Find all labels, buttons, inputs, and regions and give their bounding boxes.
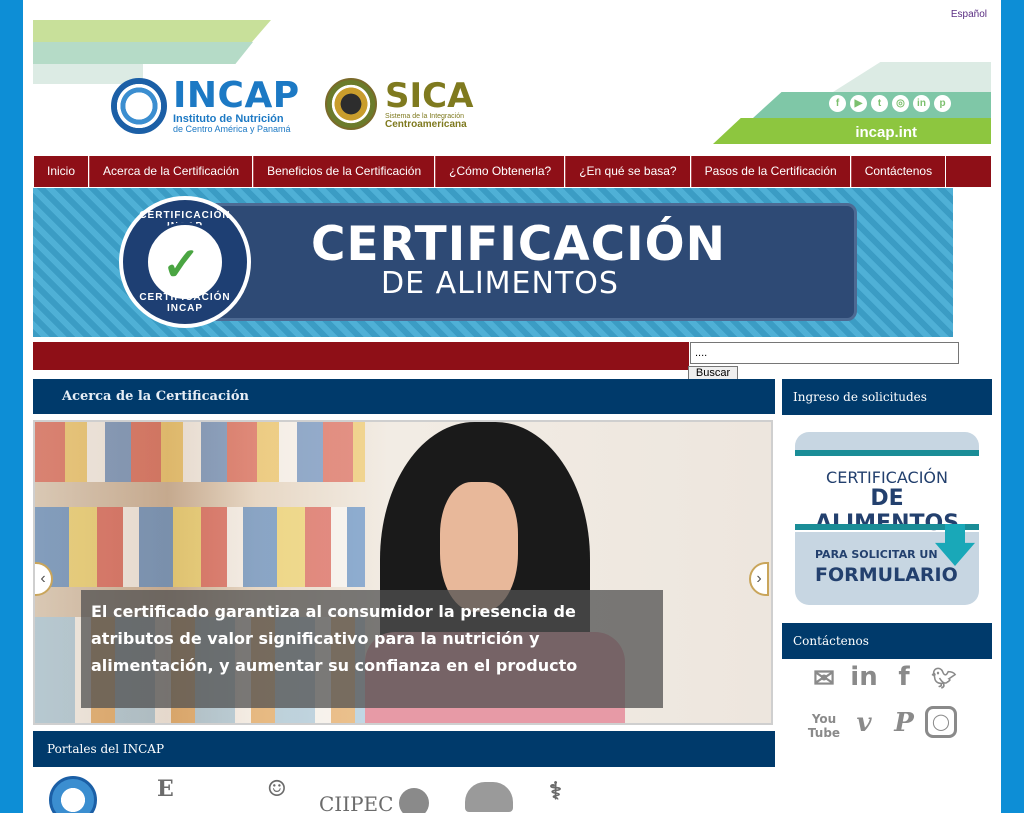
badge-center: ✓: [145, 222, 225, 302]
nav-item-inicio[interactable]: Inicio: [33, 156, 90, 187]
stethoscope-portal-logo[interactable]: ⚕: [549, 776, 562, 805]
form-banner-title: CERTIFICACIÓN: [826, 468, 948, 487]
header-decor-stripe: [33, 42, 253, 64]
linkedin-icon[interactable]: in: [847, 662, 881, 692]
header-social-icons: f ▶ t ◎ in p: [829, 95, 951, 112]
sica-logo[interactable]: SICA Sistema de la Integración Centroame…: [325, 78, 473, 130]
twitter-icon[interactable]: t: [871, 95, 888, 112]
section-heading: Acerca de la Certificación: [33, 379, 775, 414]
certification-badge-icon: CERTIFICACIÓN INCAP ✓ CERTIFICACIÓN INCA…: [119, 196, 251, 328]
incap-logo[interactable]: INCAP Instituto de Nutrición de Centro A…: [111, 78, 300, 134]
language-link[interactable]: Español: [951, 9, 987, 20]
portals-logos: E ☺ CIIPEC ⚕: [45, 776, 785, 813]
contact-icons: ✉ in f 🐦︎ You Tube v P ◯: [807, 660, 963, 744]
banner-title: CERTIFICACIÓN: [311, 217, 726, 272]
youtube-icon[interactable]: ▶: [850, 95, 867, 112]
globe-portal-logo[interactable]: [399, 788, 429, 813]
nav-item-como-obtenerla[interactable]: ¿Cómo Obtenerla?: [435, 156, 566, 187]
ciipec-portal-logo[interactable]: CIIPEC: [319, 792, 393, 813]
hero-banner: CERTIFICACIÓN INCAP ✓ CERTIFICACIÓN INCA…: [33, 188, 953, 337]
nav-item-beneficios[interactable]: Beneficios de la Certificación: [253, 156, 436, 187]
form-banner-cta: FORMULARIO: [815, 564, 958, 586]
nav-item-contactenos[interactable]: Contáctenos: [850, 156, 947, 187]
sica-seal-icon: [325, 78, 377, 130]
portrait-portal-logo[interactable]: ☺: [267, 776, 287, 802]
twitter-icon[interactable]: 🐦︎: [927, 666, 961, 690]
incap-name: INCAP: [173, 75, 300, 116]
shelf-decor: [35, 422, 365, 482]
e-portal-logo[interactable]: E: [157, 776, 174, 802]
page: Español INCAP Instituto de Nutrición de …: [23, 0, 1001, 813]
instagram-icon[interactable]: ◯: [925, 706, 957, 738]
shelf-decor: [35, 507, 365, 587]
instagram-icon[interactable]: ◎: [892, 95, 909, 112]
badge-bottom-text: CERTIFICACIÓN INCAP: [139, 292, 231, 314]
main-nav: Inicio Acerca de la Certificación Benefi…: [33, 156, 991, 187]
form-banner-top: [795, 432, 979, 450]
header-decor-stripe: [833, 62, 991, 92]
header: INCAP Instituto de Nutrición de Centro A…: [33, 20, 991, 156]
contact-heading: Contáctenos: [782, 623, 992, 659]
banner-subtitle: DE ALIMENTOS: [381, 266, 619, 301]
form-banner-cta-small: PARA SOLICITAR UN: [815, 548, 938, 561]
facebook-icon[interactable]: f: [887, 662, 921, 692]
header-decor-stripe: [713, 118, 991, 144]
search-bar-strip: [33, 342, 689, 370]
portals-heading: Portales del INCAP: [33, 731, 775, 767]
incap-seal-icon: [111, 78, 167, 134]
header-decor-stripe: [33, 20, 271, 42]
slide-caption: El certificado garantiza al consumidor l…: [81, 590, 663, 708]
nav-item-pasos[interactable]: Pasos de la Certificación: [690, 156, 851, 187]
mail-icon[interactable]: ✉: [807, 664, 841, 694]
youtube-icon[interactable]: You Tube: [807, 712, 841, 740]
sica-name: SICA: [385, 75, 474, 116]
requests-heading: Ingreso de solicitudes: [782, 379, 992, 415]
pinterest-icon[interactable]: P: [887, 708, 921, 738]
check-icon: ✓: [162, 238, 201, 290]
image-slider: ‹ › El certificado garantiza al consumid…: [33, 420, 773, 725]
slider-next-button[interactable]: ›: [749, 562, 769, 596]
nav-item-en-que-se-basa[interactable]: ¿En qué se basa?: [565, 156, 691, 187]
hands-portal-logo[interactable]: [465, 782, 513, 812]
form-banner-line: [795, 450, 979, 456]
linkedin-icon[interactable]: in: [913, 95, 930, 112]
facebook-icon[interactable]: f: [829, 95, 846, 112]
search-input[interactable]: [690, 342, 959, 364]
request-form-banner[interactable]: CERTIFICACIÓN DE ALIMENTOS PARA SOLICITA…: [795, 432, 979, 605]
site-url[interactable]: incap.int: [855, 124, 917, 141]
pinterest-icon[interactable]: p: [934, 95, 951, 112]
nav-item-acerca[interactable]: Acerca de la Certificación: [89, 156, 254, 187]
incap-portal-logo[interactable]: [49, 776, 97, 813]
sica-subtitle-2: Centroamericana: [385, 118, 467, 130]
vimeo-icon[interactable]: v: [847, 708, 881, 738]
incap-subtitle-2: de Centro América y Panamá: [173, 124, 291, 134]
